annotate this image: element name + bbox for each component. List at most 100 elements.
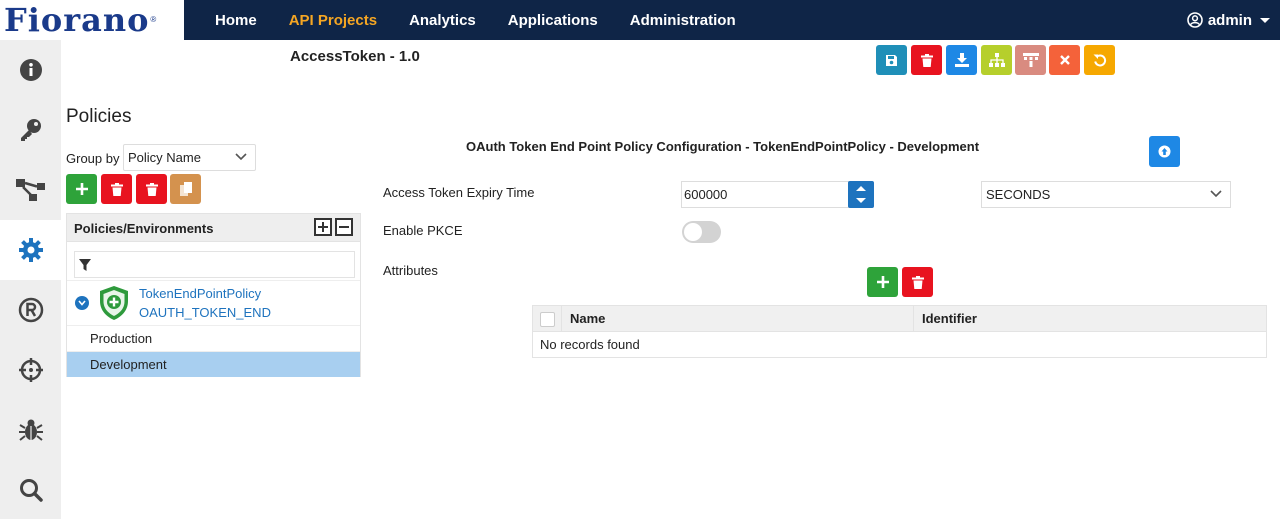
- nav-api-projects[interactable]: API Projects: [289, 12, 377, 29]
- fiorano-logo[interactable]: Fiorano ®: [0, 0, 184, 40]
- download-button[interactable]: [946, 45, 977, 75]
- copy-icon: [179, 182, 192, 196]
- logo-registered-mark: ®: [150, 15, 157, 24]
- logo-text: Fiorano: [4, 1, 150, 39]
- empty-message: No records found: [540, 337, 640, 352]
- sidebar-item-search[interactable]: [0, 460, 61, 519]
- shield-plus-icon: [100, 286, 128, 320]
- sidebar-item-registered[interactable]: [0, 280, 61, 340]
- cancel-button[interactable]: [1049, 45, 1080, 75]
- gear-icon: [18, 238, 43, 262]
- nav-analytics[interactable]: Analytics: [409, 12, 476, 29]
- nav-administration[interactable]: Administration: [630, 12, 736, 29]
- upload-button[interactable]: [1149, 136, 1180, 167]
- config-title: OAuth Token End Point Policy Configurati…: [466, 139, 980, 154]
- tree-header-title: Policies/Environments: [74, 221, 214, 236]
- left-sidebar: [0, 40, 61, 519]
- column-header-identifier[interactable]: Identifier: [913, 306, 977, 331]
- close-icon: [1059, 55, 1070, 65]
- collapse-all-button[interactable]: [335, 218, 353, 236]
- main-nav: Home API Projects Analytics Applications…: [200, 0, 768, 40]
- chevron-down-icon: [1260, 17, 1270, 23]
- chevron-down-icon: [235, 153, 247, 161]
- chevron-down-icon: [78, 300, 86, 306]
- user-menu[interactable]: admin: [1187, 0, 1270, 40]
- expand-all-button[interactable]: [314, 218, 332, 236]
- trash-icon: [145, 182, 158, 196]
- environment-development[interactable]: Development: [67, 351, 360, 377]
- add-policy-button[interactable]: [66, 174, 97, 204]
- plus-icon: [75, 183, 88, 195]
- expiry-unit-value: SECONDS: [986, 187, 1051, 202]
- expiry-label: Access Token Expiry Time: [383, 185, 535, 200]
- sidebar-item-info[interactable]: [0, 40, 61, 100]
- tree-filter-input[interactable]: [74, 251, 355, 278]
- delete-environment-button[interactable]: [136, 174, 167, 204]
- add-attribute-button[interactable]: [867, 267, 898, 297]
- trash-icon: [110, 182, 123, 196]
- save-icon: [886, 54, 897, 66]
- delete-attribute-button[interactable]: [902, 267, 933, 297]
- user-circle-icon: [1187, 12, 1203, 28]
- hierarchy-icon: [1022, 53, 1039, 67]
- search-icon: [19, 479, 43, 502]
- grid-header: Name Identifier: [533, 306, 1266, 332]
- sidebar-item-target[interactable]: [0, 340, 61, 400]
- key-icon: [20, 119, 41, 141]
- top-navbar: Fiorano ® Home API Projects Analytics App…: [0, 0, 1280, 40]
- tree-node-policy[interactable]: TokenEndPointPolicy OAUTH_TOKEN_END: [67, 280, 360, 325]
- attributes-label: Attributes: [383, 263, 438, 278]
- flow-icon: [15, 179, 45, 201]
- undo-icon: [1093, 54, 1106, 67]
- trash-icon: [911, 275, 924, 289]
- expiry-time-input[interactable]: 600000: [681, 181, 849, 208]
- nav-applications[interactable]: Applications: [508, 12, 598, 29]
- trash-icon: [920, 53, 933, 67]
- select-all-checkbox[interactable]: [540, 312, 555, 327]
- minus-icon: [339, 226, 349, 228]
- group-by-value: Policy Name: [128, 150, 201, 165]
- sidebar-item-settings[interactable]: [0, 220, 61, 280]
- collapse-node-toggle[interactable]: [75, 296, 89, 310]
- pkce-toggle[interactable]: [682, 221, 721, 243]
- filter-icon: [79, 259, 91, 271]
- save-button[interactable]: [876, 45, 907, 75]
- user-name: admin: [1207, 11, 1252, 29]
- chevron-down-icon: [1210, 190, 1222, 198]
- sitemap-button[interactable]: [981, 45, 1012, 75]
- expiry-unit-select[interactable]: SECONDS: [981, 181, 1231, 208]
- expiry-spinner[interactable]: [848, 181, 874, 208]
- plus-icon: [318, 222, 328, 232]
- sitemap-icon: [988, 53, 1005, 67]
- delete-policy-button[interactable]: [101, 174, 132, 204]
- group-by-label: Group by: [66, 151, 120, 166]
- bug-icon: [18, 419, 43, 441]
- policy-tree: Policies/Environments TokenEndPointPolic…: [66, 213, 361, 377]
- tree-header: Policies/Environments: [67, 214, 360, 242]
- info-icon: [19, 59, 42, 81]
- spinner-up-icon[interactable]: [856, 186, 866, 191]
- crosshair-icon: [18, 358, 43, 382]
- sidebar-item-debug[interactable]: [0, 400, 61, 460]
- policies-heading: Policies: [66, 106, 132, 127]
- nav-home[interactable]: Home: [215, 12, 257, 29]
- policy-type[interactable]: OAUTH_TOKEN_END: [139, 305, 271, 320]
- policy-name[interactable]: TokenEndPointPolicy: [139, 286, 261, 301]
- sidebar-item-flows[interactable]: [0, 160, 61, 220]
- attributes-grid: Name Identifier No records found: [532, 305, 1267, 358]
- toggle-knob: [684, 223, 702, 241]
- plus-icon: [876, 276, 889, 288]
- group-by-select[interactable]: Policy Name: [123, 144, 256, 171]
- environment-production[interactable]: Production: [67, 325, 360, 351]
- spinner-down-icon[interactable]: [856, 198, 866, 203]
- pkce-label: Enable PKCE: [383, 223, 463, 238]
- hierarchy-button[interactable]: [1015, 45, 1046, 75]
- page-title: AccessToken - 1.0: [290, 48, 420, 65]
- delete-button[interactable]: [911, 45, 942, 75]
- undo-button[interactable]: [1084, 45, 1115, 75]
- column-header-name[interactable]: Name: [561, 306, 913, 331]
- download-icon: [954, 53, 969, 67]
- sidebar-item-keys[interactable]: [0, 100, 61, 160]
- copy-policy-button[interactable]: [170, 174, 201, 204]
- registered-icon: [18, 297, 43, 323]
